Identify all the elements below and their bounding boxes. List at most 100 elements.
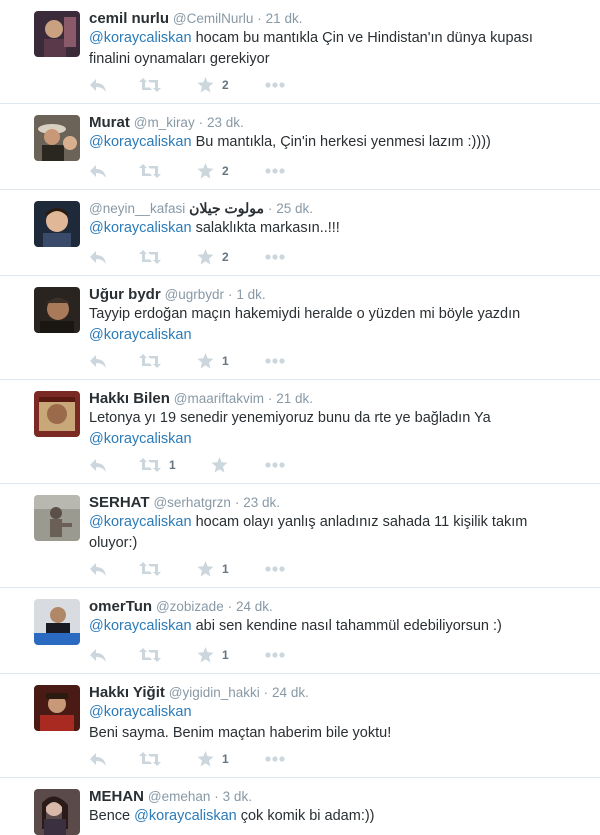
favorite-button[interactable] [211,455,236,475]
user-screen-name[interactable]: @yigidin_hakki [169,685,260,700]
reply-button[interactable] [89,559,107,579]
tweet[interactable]: Hakkı Yiğit @yigidin_hakki · 24 dk. @kor… [0,674,600,778]
retweet-button[interactable] [139,75,169,95]
tweet-timestamp[interactable]: 3 dk. [223,789,252,804]
retweet-icon [139,353,161,369]
user-screen-name[interactable]: @serhatgrzn [153,495,231,510]
more-button[interactable] [265,247,285,267]
avatar[interactable] [34,11,80,57]
user-fullname[interactable]: Murat [89,114,130,131]
separator-dot: · [214,789,219,804]
favorite-button[interactable]: 2 [197,75,229,95]
mention-link[interactable]: @koraycaliskan [134,808,237,824]
retweet-button[interactable] [139,351,169,371]
favorite-button[interactable]: 1 [197,559,229,579]
mention-link[interactable]: @koraycaliskan [89,704,192,720]
tweet-text: @koraycaliskan hocam bu mantıkla Çin ve … [89,28,559,70]
reply-button[interactable] [89,749,107,769]
tweet-timestamp[interactable]: 23 dk. [243,495,280,510]
tweet-body: salaklıkta markasın..!!! [191,220,340,236]
reply-button[interactable] [89,161,107,181]
retweet-button[interactable] [139,559,169,579]
tweet[interactable]: @neyin__kafasi مولوت جيلان · 25 dk. @kor… [0,190,600,276]
tweet-text: @koraycaliskan salaklıkta markasın..!!! [89,218,559,239]
user-fullname[interactable]: MEHAN [89,788,144,805]
favorite-button[interactable]: 1 [197,351,229,371]
favorite-button[interactable]: 1 [197,749,229,769]
tweet-timestamp[interactable]: 25 dk. [276,201,313,216]
tweet-timestamp[interactable]: 24 dk. [272,685,309,700]
avatar[interactable] [34,685,80,731]
separator-dot: · [267,201,273,216]
retweet-button[interactable]: 1 [139,455,176,475]
user-screen-name[interactable]: @m_kiray [134,115,195,130]
tweet[interactable]: MEHAN @emehan · 3 dk. Bence @koraycalisk… [0,778,600,835]
mention-link[interactable]: @koraycaliskan [89,514,192,530]
more-button[interactable] [265,75,285,95]
user-screen-name[interactable]: @maariftakvim [174,391,264,406]
tweet[interactable]: Murat @m_kiray · 23 dk. @koraycaliskan B… [0,104,600,190]
mention-link[interactable]: @koraycaliskan [89,30,192,46]
retweet-button[interactable] [139,645,169,665]
tweet-timestamp[interactable]: 24 dk. [236,599,273,614]
user-screen-name[interactable]: @zobizade [156,599,224,614]
tweet[interactable]: Hakkı Bilen @maariftakvim · 21 dk. Leton… [0,380,600,484]
mention-link[interactable]: @koraycaliskan [89,220,192,236]
avatar[interactable] [34,115,80,161]
more-button[interactable] [265,749,285,769]
reply-button[interactable] [89,455,107,475]
favorite-button[interactable]: 1 [197,645,229,665]
retweet-button[interactable] [139,161,169,181]
avatar[interactable] [34,201,80,247]
user-screen-name[interactable]: @emehan [148,789,211,804]
more-button[interactable] [265,351,285,371]
tweet-timestamp[interactable]: 21 dk. [266,11,303,26]
avatar[interactable] [34,599,80,645]
user-fullname[interactable]: Uğur bydr [89,286,161,303]
mention-link[interactable]: @koraycaliskan [89,134,192,150]
tweet[interactable]: SERHAT @serhatgrzn · 23 dk. @koraycalisk… [0,484,600,588]
favorite-button[interactable]: 2 [197,161,229,181]
user-fullname[interactable]: مولوت جيلان [189,200,264,216]
more-button[interactable] [265,645,285,665]
favorite-count: 1 [222,562,229,576]
user-screen-name[interactable]: @ugrbydr [165,287,224,302]
avatar[interactable] [34,495,80,541]
user-fullname[interactable]: SERHAT [89,494,150,511]
more-button[interactable] [265,559,285,579]
tweet-header: SERHAT @serhatgrzn · 23 dk. [89,493,280,512]
more-icon [265,82,285,88]
retweet-button[interactable] [139,247,169,267]
reply-button[interactable] [89,645,107,665]
tweet[interactable]: Uğur bydr @ugrbydr · 1 dk. Tayyip erdoğa… [0,276,600,380]
separator-dot: · [198,115,204,130]
user-fullname[interactable]: Hakkı Bilen [89,390,170,407]
reply-button[interactable] [89,75,107,95]
avatar[interactable] [34,287,80,333]
favorite-button[interactable]: 2 [197,247,229,267]
user-screen-name[interactable]: @neyin__kafasi [89,201,185,216]
avatar[interactable] [34,391,80,437]
mention-link[interactable]: @koraycaliskan [89,327,192,343]
user-fullname[interactable]: omerTun [89,598,152,615]
tweet[interactable]: omerTun @zobizade · 24 dk. @koraycaliska… [0,588,600,674]
tweet-timestamp[interactable]: 1 dk. [236,287,265,302]
retweet-button[interactable] [139,749,169,769]
reply-button[interactable] [89,247,107,267]
tweet-timestamp[interactable]: 21 dk. [276,391,313,406]
tweet-timestamp[interactable]: 23 dk. [207,115,244,130]
user-fullname[interactable]: cemil nurlu [89,10,169,27]
reply-button[interactable] [89,351,107,371]
separator-dot: · [267,391,273,406]
more-button[interactable] [265,455,285,475]
user-fullname[interactable]: Hakkı Yiğit [89,684,165,701]
user-screen-name[interactable]: @CemilNurlu [173,11,253,26]
tweet-actions: 1 [89,351,329,371]
tweet[interactable]: cemil nurlu @CemilNurlu · 21 dk. @korayc… [0,0,600,104]
mention-link[interactable]: @koraycaliskan [89,618,192,634]
mention-link[interactable]: @koraycaliskan [89,431,192,447]
more-button[interactable] [265,161,285,181]
star-icon [197,751,214,767]
retweet-icon [139,249,161,265]
avatar[interactable] [34,789,80,835]
